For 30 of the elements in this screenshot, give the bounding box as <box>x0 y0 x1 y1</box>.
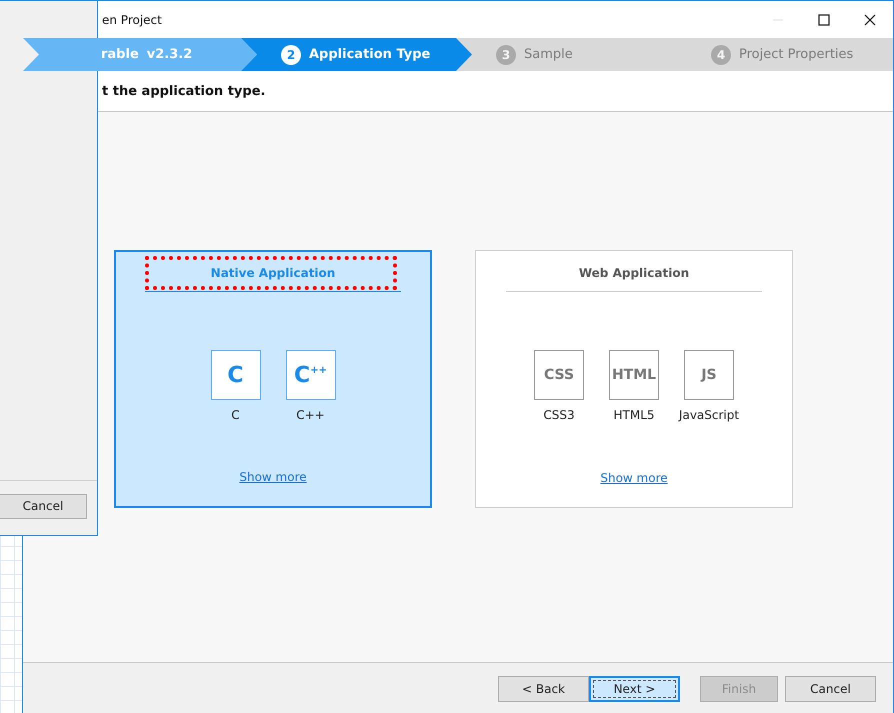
card-title: Native Application <box>210 266 336 280</box>
template-icon[interactable]: C <box>210 350 260 400</box>
step-label: Application Type <box>309 47 430 62</box>
template-icon[interactable]: JS <box>684 350 734 400</box>
template-icon[interactable]: C++ <box>286 350 336 400</box>
instruction-text: t the application type. <box>102 84 266 98</box>
step-number: 4 <box>711 44 731 64</box>
template-icon[interactable]: CSS <box>534 350 584 400</box>
wizard-button[interactable]: < Back <box>498 676 589 702</box>
template-label: CSS3 <box>543 408 575 422</box>
wizard-button[interactable]: Next > <box>589 676 680 702</box>
card-title: Web Application <box>578 266 690 280</box>
show-more-link[interactable]: Show more <box>600 471 668 485</box>
step-number: 3 <box>496 44 516 64</box>
cancel-button[interactable]: Cancel <box>0 494 87 518</box>
step-label: rable <box>101 47 139 62</box>
window-title: en Project <box>102 12 163 26</box>
step-number: 2 <box>281 44 301 64</box>
template-label: JavaScript <box>678 408 740 422</box>
template-label: C <box>231 408 240 422</box>
step-label: Sample <box>524 47 573 62</box>
template-label: HTML5 <box>613 408 655 422</box>
application-type-card[interactable]: Native Application C C C++ C++ Show more <box>114 250 432 508</box>
template-icon[interactable]: HTML <box>609 350 659 400</box>
application-type-card[interactable]: Web Application CSS CSS3 HTML HTML5 JS JavaScript Show more <box>475 250 793 508</box>
step-version: v2.3.2 <box>146 47 192 62</box>
show-more-link[interactable]: Show more <box>239 470 307 484</box>
template-label: C++ <box>296 408 325 422</box>
step-label: Project Properties <box>739 47 854 62</box>
wizard-button[interactable]: Cancel <box>785 676 876 702</box>
